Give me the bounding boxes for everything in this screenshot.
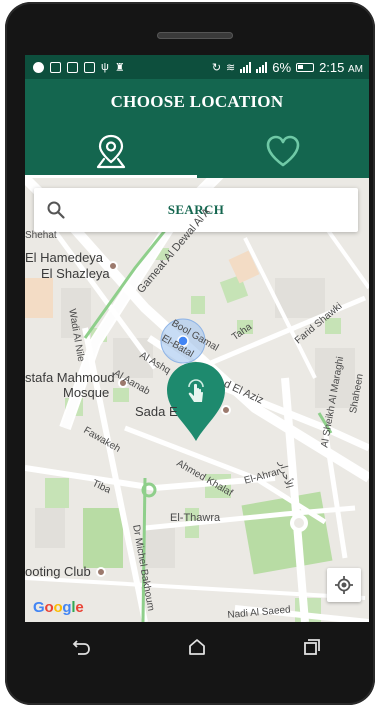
earpiece-speaker (157, 32, 233, 39)
battery-percent: 6% (272, 59, 292, 75)
signal-icon (256, 61, 268, 73)
heart-icon (266, 135, 300, 166)
touch-hand-icon (180, 376, 212, 408)
home-icon (189, 639, 205, 655)
recents-button[interactable] (292, 627, 332, 667)
map-label: ooting Club (25, 564, 91, 579)
my-location-button[interactable] (327, 568, 361, 602)
recents-icon (303, 639, 320, 655)
tab-favorites[interactable] (197, 123, 369, 178)
home-button[interactable] (177, 627, 217, 667)
map-pin-icon (96, 134, 126, 168)
back-icon (73, 640, 91, 655)
map-label: Shehat (25, 230, 57, 241)
android-debug-icon: ♜ (114, 61, 125, 74)
clock: 2:15 AM (319, 59, 363, 75)
map-label: Mosque (63, 385, 110, 400)
place-marker-icon (221, 405, 231, 415)
map-view[interactable]: SEARCH El Hamedeya El Shazleya Gameat Al… (25, 178, 369, 622)
messenger-icon (33, 61, 44, 73)
chat-icon (50, 61, 61, 73)
app-screen: ψ ♜ ↻ ≋ 6% 2:15 AM CHOOSE LOCATION SEARC… (25, 55, 369, 622)
rotate-icon: ↻ (211, 61, 222, 74)
tab-bar (25, 123, 369, 178)
map-label: El Shazleya (41, 266, 110, 281)
code-icon (84, 61, 95, 73)
crosshair-icon (335, 576, 353, 594)
battery-icon (296, 62, 315, 72)
status-bar: ψ ♜ ↻ ≋ 6% 2:15 AM (25, 55, 369, 79)
map-label: Sada E (135, 404, 178, 419)
code-icon (67, 61, 78, 73)
back-button[interactable] (62, 627, 102, 667)
map-label: stafa Mahmoud (25, 370, 115, 385)
place-marker-icon (96, 567, 106, 577)
usb-icon: ψ (101, 61, 109, 73)
google-logo: Google (33, 599, 84, 616)
tab-location[interactable] (25, 123, 197, 178)
system-nav-bar (25, 622, 369, 672)
page-title: CHOOSE LOCATION (25, 79, 369, 123)
place-marker-icon (108, 261, 118, 271)
map-label: El-Thawra (170, 512, 221, 524)
search-icon (47, 201, 65, 219)
signal-icon (240, 61, 252, 73)
wifi-icon: ≋ (226, 61, 236, 74)
map-label: El Hamedeya (25, 250, 104, 265)
